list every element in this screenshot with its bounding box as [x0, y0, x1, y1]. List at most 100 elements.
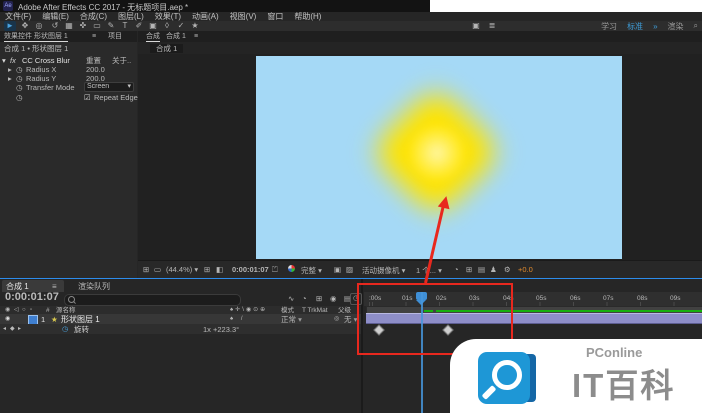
selection-tool-icon[interactable]: ► [4, 21, 16, 31]
chevron-down-icon: ▾ [402, 266, 406, 275]
stopwatch-icon[interactable]: ◷ [62, 325, 68, 334]
property-value[interactable]: 1x +223.3° [203, 325, 239, 334]
layer-parent-dropdown[interactable]: 无 ▾ [344, 315, 357, 324]
panel-menu-icon[interactable]: ≡ [52, 282, 57, 291]
zoom-tool-icon[interactable]: ◎ [33, 21, 45, 31]
tab-project[interactable]: 项目 [108, 32, 122, 41]
shape-tool-icon[interactable]: ▭ [91, 21, 103, 31]
add-keyframe-icon[interactable]: ◆ [10, 325, 15, 334]
puppet-pin-tool-icon[interactable]: ★ [189, 21, 201, 31]
layer-mode-dropdown[interactable]: 正常 ▾ [281, 315, 302, 324]
tab-render-queue[interactable]: 渲染队列 [78, 282, 110, 291]
magnification-dropdown[interactable]: (44.4%) ▾ [166, 265, 198, 274]
grid-options-icon[interactable]: ≣ [486, 21, 498, 31]
chevron-down-icon: ▾ [318, 266, 322, 275]
fast-preview-icon[interactable]: ⊞ [466, 265, 472, 275]
snap-icon[interactable]: ▣ [470, 21, 482, 31]
timeline-button-icon[interactable]: ▤ [478, 265, 485, 275]
eraser-tool-icon[interactable]: ◊ [161, 21, 173, 31]
transparency-grid-icon[interactable]: ▨ [346, 265, 353, 275]
effect-reset-link[interactable]: 重置 [86, 56, 101, 65]
watermark-title: IT百科 [572, 359, 675, 407]
layer-name[interactable]: 形状图层 1 [61, 315, 100, 324]
magnifier-handle [482, 385, 497, 400]
comp-current-time[interactable]: 0:00:01:07 [232, 265, 269, 274]
type-tool-icon[interactable]: T [119, 21, 131, 31]
clone-stamp-tool-icon[interactable]: ▣ [147, 21, 159, 31]
panel-menu-icon[interactable]: ≡ [194, 32, 198, 41]
roto-brush-tool-icon[interactable]: ✓ [175, 21, 187, 31]
param-radius-x-label: Radius X [26, 65, 56, 74]
exposure-value[interactable]: +0.0 [518, 265, 533, 274]
workspace-bar: 学习 标准 » 渲染 ⌕ [601, 21, 698, 31]
brush-tool-icon[interactable]: ✐ [133, 21, 145, 31]
param-expander-icon[interactable]: ▸ [8, 74, 12, 83]
tab-composition-name[interactable]: 合成 1 [166, 32, 186, 41]
chevron-down-icon: ▾ [194, 265, 198, 274]
workspace-overflow-chevron[interactable]: » [653, 22, 657, 31]
effect-name[interactable]: CC Cross Blur [22, 56, 70, 65]
layer-index: 1 [41, 315, 45, 324]
region-of-interest-icon[interactable]: ▣ [334, 265, 341, 275]
show-channel-icon[interactable] [288, 265, 295, 274]
next-keyframe-icon[interactable]: ▸ [18, 325, 21, 334]
effect-expander-icon[interactable]: ▾ [2, 56, 6, 65]
layer-switches-icons[interactable]: ♠ / [230, 315, 246, 324]
stopwatch-icon[interactable]: ◷ [16, 83, 23, 92]
draft-3d-icon[interactable]: ◔ [302, 294, 307, 303]
preview-monitor-icon[interactable]: ▭ [154, 265, 161, 275]
mask-visibility-icon[interactable]: ◧ [216, 265, 223, 275]
rotation-tool-icon[interactable]: ↺ [49, 21, 61, 31]
transfer-mode-dropdown[interactable]: Screen▾ [84, 82, 134, 92]
mini-flowchart-icon[interactable]: ∿ [288, 294, 294, 303]
workspace-render[interactable]: 渲染 [668, 21, 684, 32]
fx-badge-icon: fx [10, 56, 16, 65]
hand-tool-icon[interactable]: ✥ [19, 21, 31, 31]
layer-row[interactable]: ◉ 1 ★ 形状图层 1 ♠ / 正常 ▾ ◎ 无 ▾ [0, 314, 362, 324]
camera-tool-icon[interactable]: ▦ [63, 21, 75, 31]
layer-visibility-eye-icon[interactable]: ◉ [5, 315, 10, 324]
composition-toolbar: ⊞ ▭ (44.4%) ▾ ⊞ ◧ 0:00:01:07 ⏍ 完整 ▾ ▣ ▨ … [138, 260, 702, 279]
tool-bar: ► ✥ ◎ ↺ ▦ ✜ ▭ ✎ T ✐ ▣ ◊ ✓ ★ ▣ ≣ 学习 标准 » … [0, 21, 702, 31]
stopwatch-icon[interactable]: ◷ [16, 65, 23, 74]
composition-tabstrip: 合成 合成 1 ≡ [138, 31, 702, 42]
panel-menu-icon[interactable]: ≡ [92, 32, 96, 41]
resolution-dropdown[interactable]: 完整 ▾ [301, 265, 322, 276]
shy-layers-icon[interactable]: ⊞ [316, 294, 322, 303]
param-radius-y-label: Radius Y [26, 74, 56, 83]
grid-guides-icon[interactable]: ⊞ [204, 265, 210, 275]
reset-exposure-icon[interactable]: ⚙ [504, 265, 511, 275]
prev-keyframe-icon[interactable]: ◂ [3, 325, 6, 334]
expand-panel-icon[interactable]: ⊞ [143, 265, 149, 275]
param-expander-icon[interactable]: ▸ [8, 65, 12, 74]
comp-viewer-tab[interactable]: 合成 1 [150, 44, 183, 53]
stopwatch-icon[interactable]: ◷ [16, 74, 23, 83]
effect-controls-breadcrumb[interactable]: 合成 1 • 形状图层 1 [4, 44, 68, 53]
frame-blending-icon[interactable]: ◉ [330, 294, 337, 303]
app-icon: Ae [3, 1, 13, 11]
effect-about-link[interactable]: 关于.. [112, 56, 131, 65]
flowchart-icon[interactable]: ♟ [490, 265, 497, 275]
snapshot-camera-icon[interactable]: ⏍ [272, 265, 278, 275]
ruler-label: 05s [536, 294, 546, 303]
pixel-aspect-icon[interactable]: ◔ [454, 265, 459, 275]
stopwatch-icon[interactable]: ◷ [16, 93, 23, 102]
parent-pickwhip-icon[interactable]: ◎ [334, 315, 339, 324]
search-input[interactable] [64, 294, 241, 306]
chevron-down-icon: ▾ [438, 266, 442, 275]
param-radius-x-value[interactable]: 200.0 [86, 65, 105, 74]
active-camera-dropdown[interactable]: 活动摄像机 ▾ [362, 265, 405, 276]
search-icon-handle [73, 301, 76, 304]
repeat-edge-checkbox[interactable]: ☑ [84, 93, 91, 102]
workspace-search-icon[interactable]: ⌕ [694, 21, 698, 31]
timeline-timecode[interactable]: 0:00:01:07 [5, 293, 59, 302]
ruler-label: 06s [570, 294, 580, 303]
tab-composition[interactable]: 合成 [146, 32, 160, 42]
property-name[interactable]: 旋转 [74, 325, 89, 334]
workspace-standard[interactable]: 标准 [627, 21, 643, 32]
workspace-learn[interactable]: 学习 [601, 21, 617, 32]
pan-behind-tool-icon[interactable]: ✜ [77, 21, 89, 31]
pen-tool-icon[interactable]: ✎ [105, 21, 117, 31]
tab-effect-controls[interactable]: 效果控件 形状图层 1 [4, 32, 68, 42]
property-row[interactable]: ◂ ◆ ▸ ◷ 旋转 1x +223.3° [0, 324, 362, 334]
